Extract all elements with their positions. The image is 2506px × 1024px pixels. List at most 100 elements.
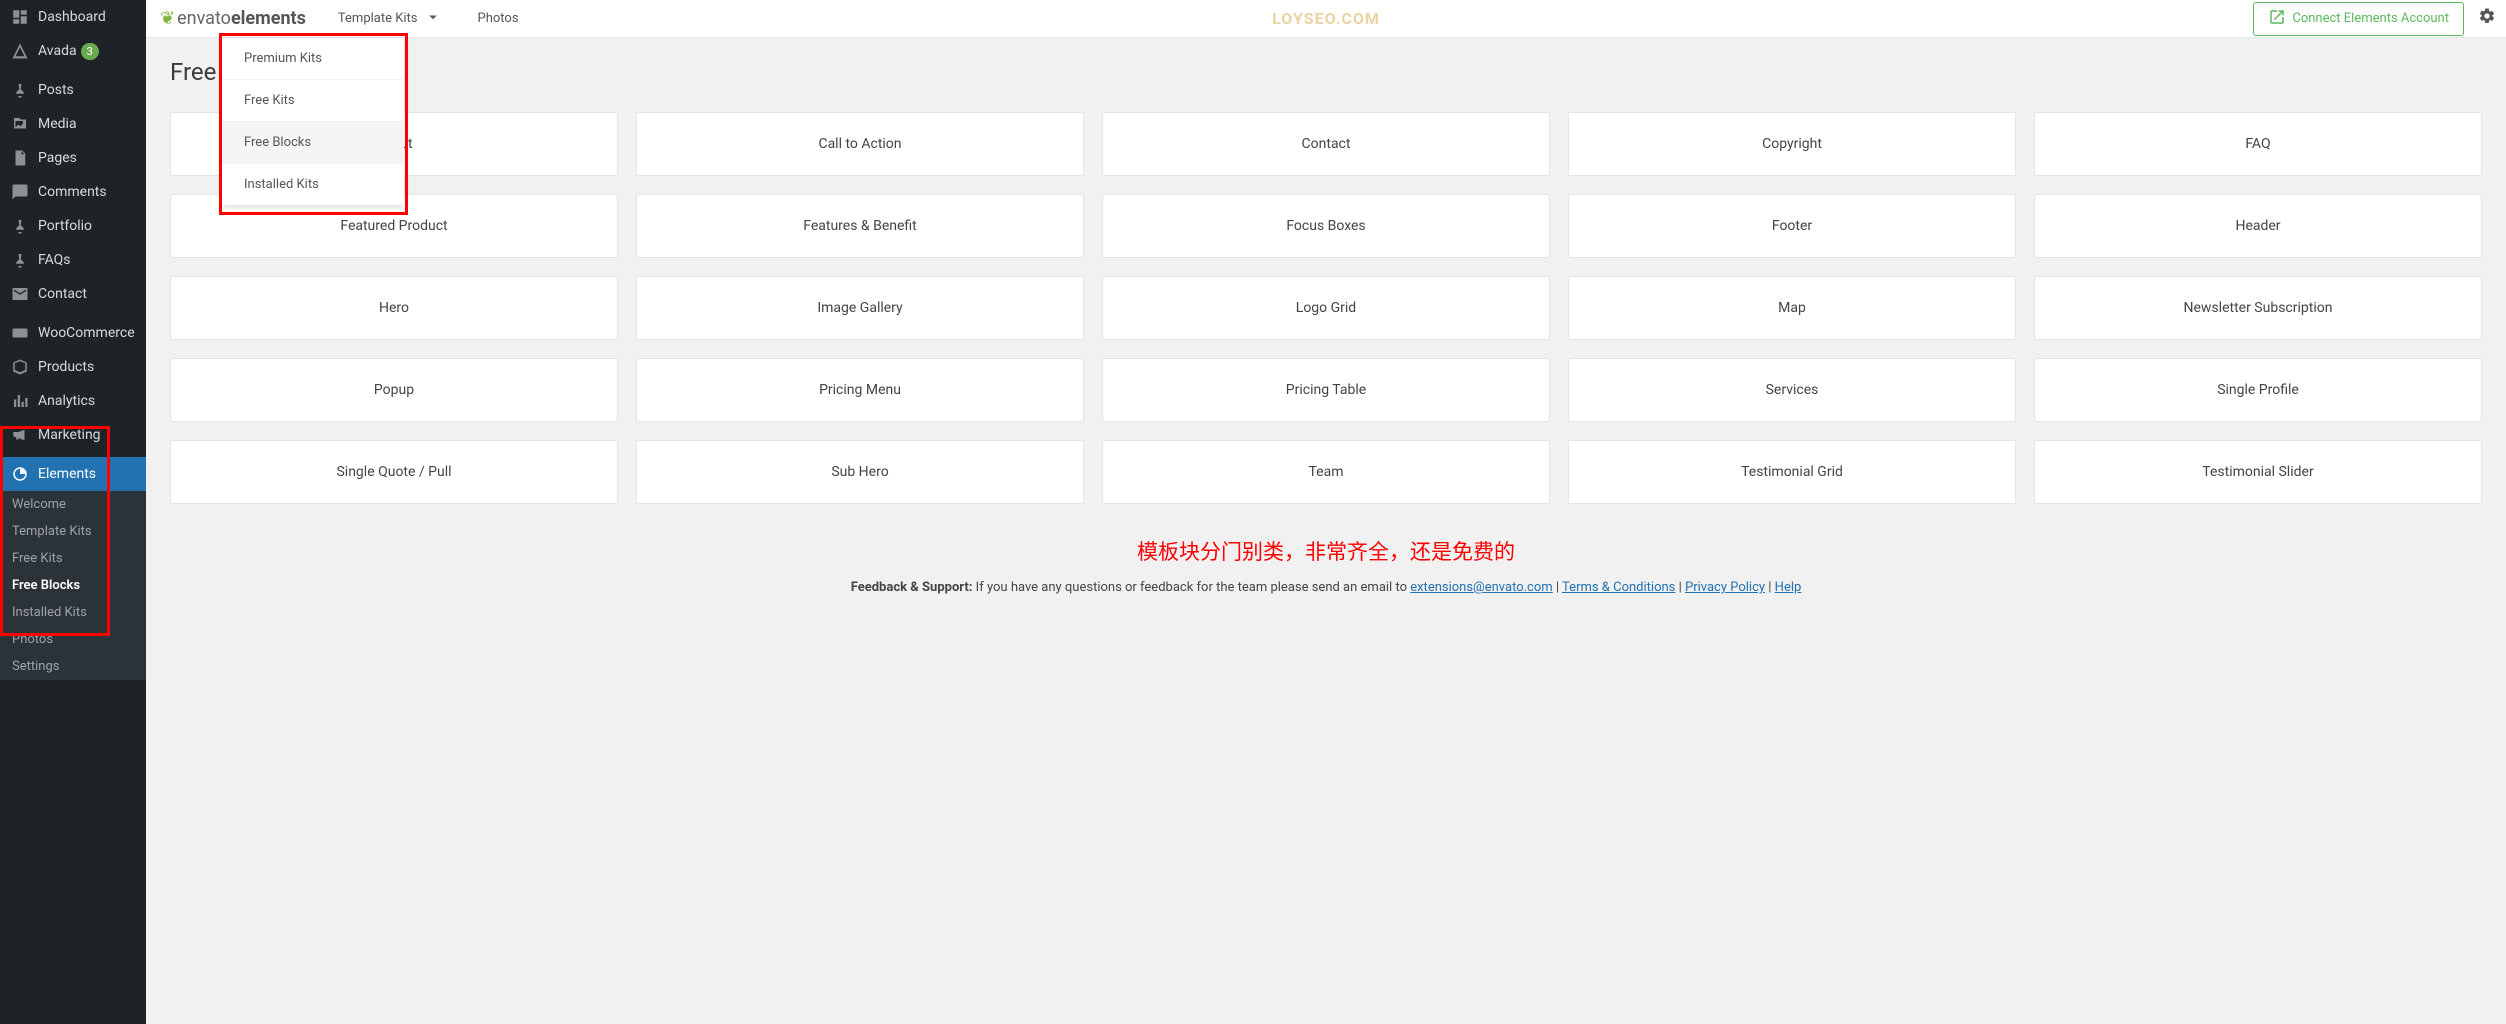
footer-sep: | — [1765, 580, 1775, 595]
dropdown-item-premium-kits[interactable]: Premium Kits — [222, 38, 404, 80]
blocks-grid: AboutCall to ActionContactCopyrightFAQFe… — [170, 112, 2482, 504]
footer-privacy-link[interactable]: Privacy Policy — [1685, 580, 1765, 595]
sidebar-item-dashboard[interactable]: Dashboard — [0, 0, 146, 34]
submenu-item-installed-kits[interactable]: Installed Kits — [0, 599, 146, 626]
connect-account-button[interactable]: Connect Elements Account — [2253, 2, 2464, 36]
block-card-contact[interactable]: Contact — [1102, 112, 1550, 176]
megaphone-icon — [10, 425, 30, 445]
submenu-item-free-blocks[interactable]: Free Blocks — [0, 572, 146, 599]
sidebar-item-label: WooCommerce — [38, 325, 135, 341]
block-card-header[interactable]: Header — [2034, 194, 2482, 258]
sidebar-item-label: Pages — [38, 150, 77, 166]
submenu-item-template-kits[interactable]: Template Kits — [0, 518, 146, 545]
block-card-popup[interactable]: Popup — [170, 358, 618, 422]
leaf-icon: ❦ — [160, 8, 175, 29]
sidebar-item-comments[interactable]: Comments — [0, 175, 146, 209]
footer-text: Feedback & Support: If you have any ques… — [170, 580, 2482, 595]
chevron-down-icon — [424, 8, 442, 30]
footer-sep: | — [1675, 580, 1685, 595]
connect-label: Connect Elements Account — [2292, 11, 2449, 26]
gear-icon[interactable] — [2478, 7, 2496, 30]
block-card-services[interactable]: Services — [1568, 358, 2016, 422]
avada-icon — [10, 41, 30, 61]
submenu-item-settings[interactable]: Settings — [0, 653, 146, 680]
sidebar-item-analytics[interactable]: Analytics — [0, 384, 146, 418]
dropdown-item-free-kits[interactable]: Free Kits — [222, 80, 404, 122]
block-card-image-gallery[interactable]: Image Gallery — [636, 276, 1084, 340]
sidebar-item-media[interactable]: Media — [0, 107, 146, 141]
tab-label: Photos — [478, 11, 519, 26]
block-card-newsletter-subscription[interactable]: Newsletter Subscription — [2034, 276, 2482, 340]
footer-email-link[interactable]: extensions@envato.com — [1410, 580, 1552, 595]
template-kits-dropdown: Premium KitsFree KitsFree BlocksInstalle… — [222, 38, 404, 205]
dashboard-icon — [10, 7, 30, 27]
analytics-icon — [10, 391, 30, 411]
sidebar-item-label: Elements — [38, 466, 96, 482]
sidebar-item-woocommerce[interactable]: WooCommerce — [0, 316, 146, 350]
footer-help-link[interactable]: Help — [1775, 580, 1802, 595]
logo-text-bold: elements — [231, 8, 306, 29]
watermark-text: LOYSEO.COM — [1272, 9, 1380, 28]
block-card-testimonial-grid[interactable]: Testimonial Grid — [1568, 440, 2016, 504]
elements-icon — [10, 464, 30, 484]
sidebar-item-label: Portfolio — [38, 218, 92, 234]
sidebar-item-portfolio[interactable]: Portfolio — [0, 209, 146, 243]
sidebar-item-label: Dashboard — [38, 9, 106, 25]
sidebar-item-label: Analytics — [38, 393, 95, 409]
submenu-item-welcome[interactable]: Welcome — [0, 491, 146, 518]
sidebar-item-avada[interactable]: Avada3 — [0, 34, 146, 68]
sidebar-item-faqs[interactable]: FAQs — [0, 243, 146, 277]
sidebar-item-marketing[interactable]: Marketing — [0, 418, 146, 452]
sidebar-item-elements[interactable]: Elements — [0, 457, 146, 491]
tab-template-kits[interactable]: Template Kits — [320, 0, 460, 40]
submenu-item-photos[interactable]: Photos — [0, 626, 146, 653]
sidebar-item-products[interactable]: Products — [0, 350, 146, 384]
block-card-faq[interactable]: FAQ — [2034, 112, 2482, 176]
box-icon — [10, 357, 30, 377]
sidebar-item-label: Marketing — [38, 427, 101, 443]
sidebar-item-label: Avada — [38, 43, 77, 59]
sidebar-item-label: Contact — [38, 286, 87, 302]
block-card-call-to-action[interactable]: Call to Action — [636, 112, 1084, 176]
mail-icon — [10, 284, 30, 304]
block-card-footer[interactable]: Footer — [1568, 194, 2016, 258]
block-card-pricing-menu[interactable]: Pricing Menu — [636, 358, 1084, 422]
dropdown-item-installed-kits[interactable]: Installed Kits — [222, 164, 404, 205]
sidebar-item-label: Posts — [38, 82, 74, 98]
pin-icon — [10, 80, 30, 100]
external-link-icon — [2268, 8, 2286, 30]
footer-sep: | — [1553, 580, 1562, 595]
block-card-logo-grid[interactable]: Logo Grid — [1102, 276, 1550, 340]
block-card-sub-hero[interactable]: Sub Hero — [636, 440, 1084, 504]
comment-icon — [10, 182, 30, 202]
admin-sidebar: Dashboard Avada3 Posts Media Pages Comments Po… — [0, 0, 146, 1024]
sidebar-item-posts[interactable]: Posts — [0, 73, 146, 107]
footer-prefix: Feedback & Support: — [851, 580, 976, 595]
footer-terms-link[interactable]: Terms & Conditions — [1562, 580, 1675, 595]
block-card-focus-boxes[interactable]: Focus Boxes — [1102, 194, 1550, 258]
page-title: Free Blocks › — [170, 58, 2482, 86]
sidebar-item-pages[interactable]: Pages — [0, 141, 146, 175]
block-card-features-benefit[interactable]: Features & Benefit — [636, 194, 1084, 258]
block-card-team[interactable]: Team — [1102, 440, 1550, 504]
logo-text-light: envato — [177, 8, 231, 29]
tab-label: Template Kits — [338, 11, 418, 26]
block-card-single-quote-pull[interactable]: Single Quote / Pull — [170, 440, 618, 504]
annotation-text: 模板块分门别类，非常齐全，还是免费的 — [170, 536, 2482, 566]
submenu-item-free-kits[interactable]: Free Kits — [0, 545, 146, 572]
block-card-single-profile[interactable]: Single Profile — [2034, 358, 2482, 422]
pin-icon — [10, 250, 30, 270]
sidebar-submenu: WelcomeTemplate KitsFree KitsFree Blocks… — [0, 491, 146, 680]
block-card-testimonial-slider[interactable]: Testimonial Slider — [2034, 440, 2482, 504]
sidebar-item-label: FAQs — [38, 252, 71, 268]
block-card-pricing-table[interactable]: Pricing Table — [1102, 358, 1550, 422]
envato-logo: ❦ envatoelements — [146, 8, 320, 29]
tab-photos[interactable]: Photos — [460, 1, 537, 36]
block-card-hero[interactable]: Hero — [170, 276, 618, 340]
block-card-copyright[interactable]: Copyright — [1568, 112, 2016, 176]
dropdown-item-free-blocks[interactable]: Free Blocks — [222, 122, 404, 164]
content-area: Free Blocks › AboutCall to ActionContact… — [146, 38, 2506, 615]
sidebar-item-contact[interactable]: Contact — [0, 277, 146, 311]
block-card-map[interactable]: Map — [1568, 276, 2016, 340]
main-area: ❦ envatoelements Template Kits Photos LO… — [146, 0, 2506, 1024]
